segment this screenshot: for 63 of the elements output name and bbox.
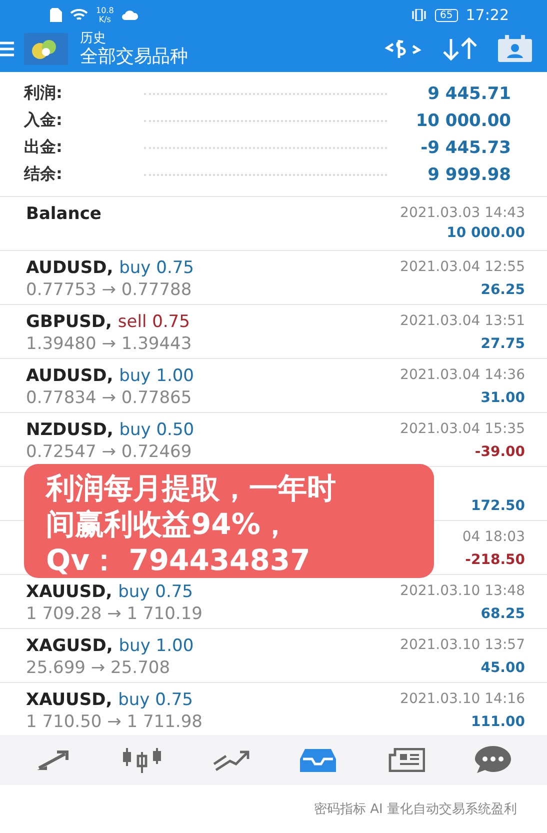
summary-value: 9 445.71 [426,84,511,104]
deal-title: Balance [26,203,102,225]
promo-text: 利润每月提取，一年时 间赢利收益94%， Qv： 794434837 [46,470,337,578]
screen-subtitle: 历史 [80,31,107,46]
deal-prices: 1 709.28 → 1 710.19 [26,603,202,625]
deal-profit: 26.25 [480,281,525,300]
deal-title: GBPUSD, sell 0.75 [26,311,191,333]
deal-profit: 45.00 [480,659,525,678]
deal-prices: 0.72547 → 0.72469 [26,441,193,463]
deal-prices: 0.77753 → 0.77788 [26,279,193,301]
deal-prices: 1.39480 → 1.39443 [26,333,192,355]
deal-time: 2021.03.04 13:51 [400,312,525,331]
deal-profit: 27.75 [480,335,525,354]
deal-prices: 1 710.50 → 1 711.98 [26,711,202,733]
deal-prices: 25.699 → 25.708 [26,657,172,679]
chat-icon [474,745,512,775]
speed-value: 10.8 [96,6,114,15]
wifi-icon [70,8,88,22]
summary-value: 9 999.98 [426,164,511,184]
deal-time: 2021.03.10 14:16 [400,690,525,709]
inbox-icon [299,748,338,772]
image-caption: 密码指标 AI 量化自动交易系统盈利 [314,801,517,818]
trend-chart-icon [212,748,250,772]
deal-title: XAGUSD, buy 1.00 [26,635,194,657]
summary-label: 利润: [24,83,64,104]
summary-label: 结余: [24,164,64,185]
deal-title: XAUUSD, buy 0.75 [26,689,194,711]
cloud-icon [122,10,138,20]
deal-profit: 111.00 [470,713,525,732]
menu-icon[interactable] [0,41,14,57]
deal-profit: 68.25 [480,605,525,624]
summary-value: 10 000.00 [414,110,511,130]
deal-profit: 31.00 [480,389,525,408]
deal-prices: 0.77834 → 0.77865 [26,387,193,409]
deal-title: XAUUSD, buy 0.75 [26,581,194,603]
deal-time: 2021.03.04 12:55 [400,258,525,277]
deal-time: 2021.03.03 14:43 [400,204,525,223]
deal-title: AUDUSD, buy 1.00 [26,365,194,387]
deal-time: 2021.03.10 13:57 [400,636,525,655]
summary-value: -9 445.73 [420,138,511,158]
deal-profit: -39.00 [474,443,525,462]
summary-label: 入金: [24,110,64,131]
battery-level: 65 [435,8,458,22]
newspaper-icon [386,748,425,772]
candlestick-icon [122,747,162,773]
speed-unit: K/s [98,15,111,24]
deal-time: 2021.03.10 13:48 [400,582,525,601]
screen-title[interactable]: 全部交易品种 [80,46,367,67]
deal-profit: 10 000.00 [446,224,525,243]
calendar-person-icon[interactable] [497,35,533,63]
vibrate-icon [411,9,428,21]
deal-time: 04 18:03 [462,528,525,547]
deal-time: 2021.03.04 14:36 [400,366,525,385]
sim-icon [50,8,62,22]
deal-title: AUDUSD, buy 0.75 [26,257,194,279]
clock-time: 17:22 [466,6,509,24]
deal-title: NZDUSD, buy 0.50 [26,419,194,441]
summary-label: 出金: [24,137,64,158]
app-logo-icon [24,33,68,65]
deal-profit: 172.50 [470,497,525,516]
deal-profit: -218.50 [465,551,525,570]
sort-icon[interactable] [441,37,479,61]
deal-time: 2021.03.04 15:35 [400,420,525,439]
